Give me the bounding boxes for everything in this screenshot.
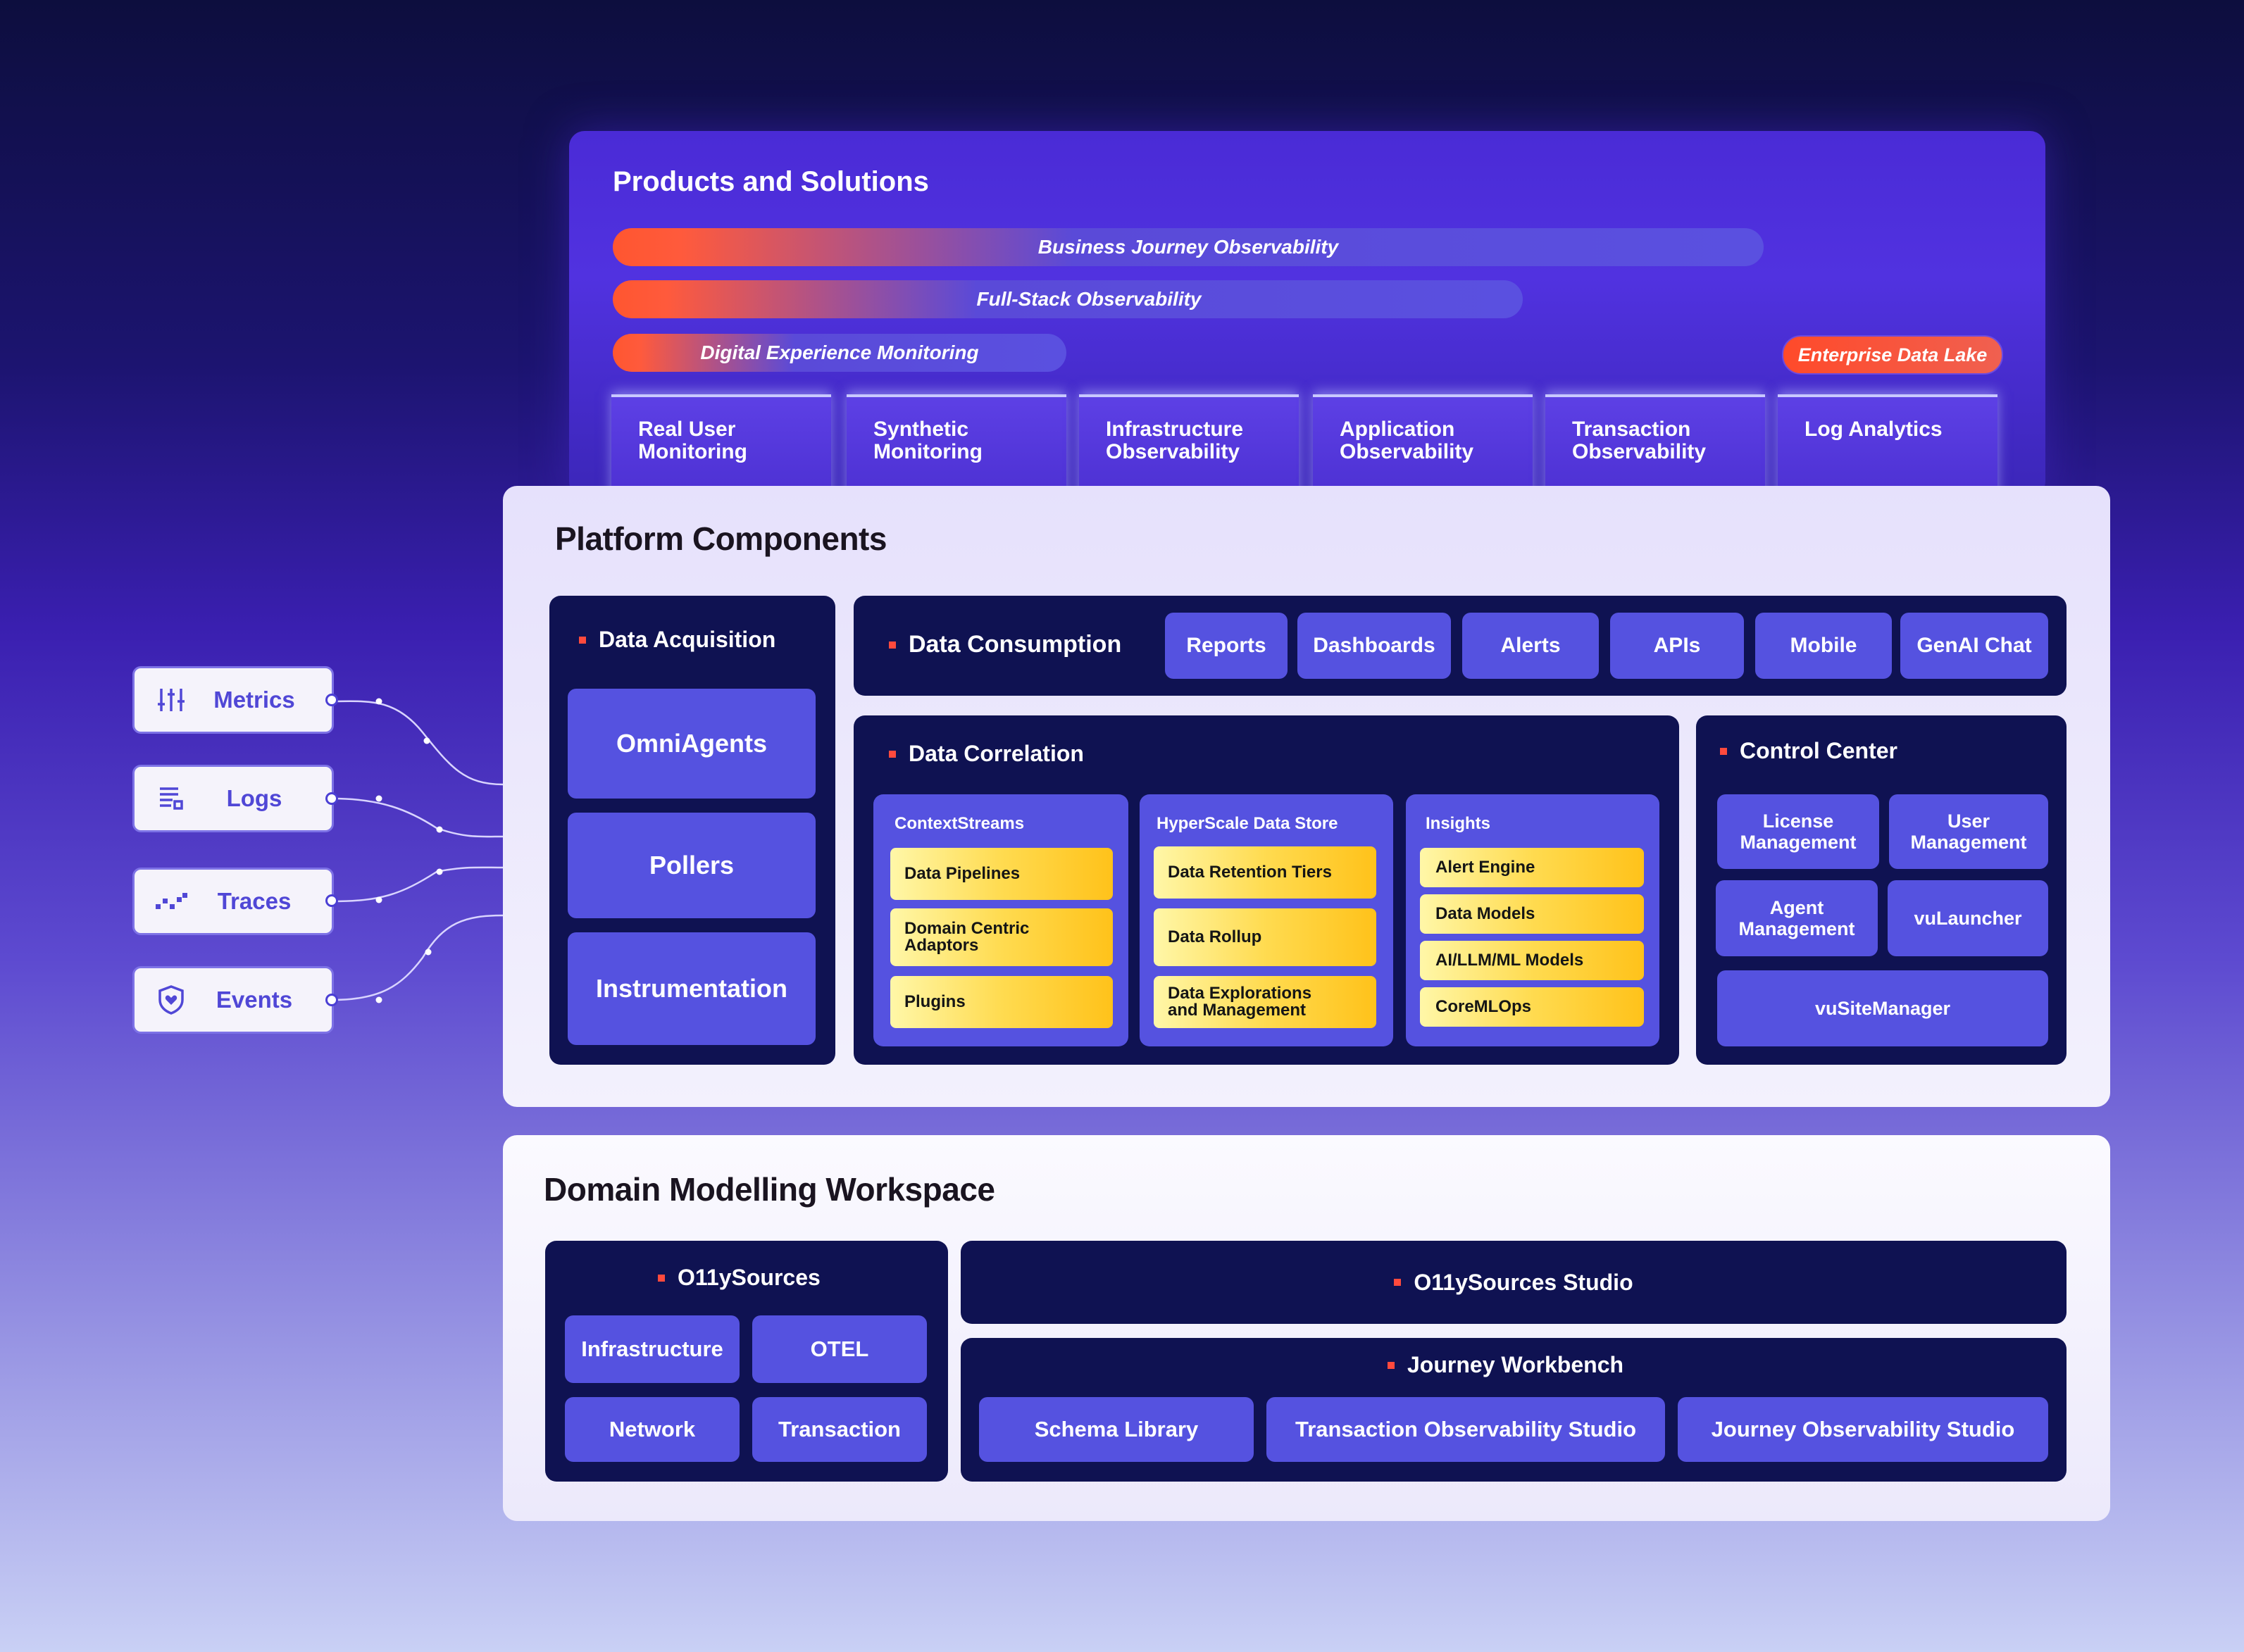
shield-heart-icon: [150, 984, 192, 1015]
tag-label: Metrics: [213, 687, 295, 713]
transaction-observability-studio-button[interactable]: Transaction Observability Studio: [1266, 1397, 1665, 1462]
connector-dot: [423, 737, 430, 744]
journey-workbench-title: Journey Workbench: [1407, 1352, 1624, 1377]
metrics-connector: [332, 700, 504, 786]
tag-label: Logs: [226, 785, 282, 811]
bullet-square-icon: [1388, 1361, 1395, 1369]
schema-library-button[interactable]: Schema Library: [979, 1397, 1254, 1462]
port-dot: [325, 894, 338, 907]
connector-dot: [375, 896, 382, 903]
source-tag-logs[interactable]: Logs: [132, 765, 334, 832]
o11ysources-studio-title: O11ySources Studio: [1414, 1269, 1633, 1295]
o11ysources-header: O11ySources: [658, 1265, 821, 1291]
journey-observability-studio-button[interactable]: Journey Observability Studio: [1678, 1397, 2048, 1462]
workspace-title: Domain Modelling Workspace: [544, 1171, 995, 1208]
o11ysources-title: O11ySources: [678, 1265, 821, 1290]
port-dot: [325, 694, 338, 706]
connector-dot: [375, 795, 382, 802]
events-connector: [332, 914, 504, 1001]
infrastructure-source-button[interactable]: Infrastructure: [565, 1315, 740, 1383]
traces-connector: [332, 866, 504, 903]
log-list-icon: [150, 784, 192, 813]
connector-dot: [425, 949, 432, 956]
logs-connector: [332, 797, 504, 838]
tag-label: Events: [216, 987, 293, 1013]
connector-dot: [436, 826, 443, 833]
port-dot: [325, 994, 338, 1006]
network-source-button[interactable]: Network: [565, 1397, 740, 1462]
o11ysources-studio-header: O11ySources Studio: [1394, 1270, 1633, 1296]
journey-workbench-header: Journey Workbench: [1388, 1352, 1623, 1378]
bullet-square-icon: [1394, 1279, 1402, 1286]
connector-dot: [375, 996, 382, 1003]
sliders-icon: [150, 686, 192, 714]
source-tag-events[interactable]: Events: [132, 966, 334, 1034]
trace-icon: [150, 887, 192, 915]
port-dot: [325, 792, 338, 805]
transaction-source-button[interactable]: Transaction: [752, 1397, 927, 1462]
source-tag-traces[interactable]: Traces: [132, 868, 334, 935]
otel-source-button[interactable]: OTEL: [752, 1315, 927, 1383]
bullet-square-icon: [658, 1274, 665, 1282]
o11ysources-studio-section[interactable]: O11ySources Studio: [961, 1241, 2067, 1324]
source-tag-metrics[interactable]: Metrics: [132, 666, 334, 734]
tag-label: Traces: [217, 888, 292, 914]
connector-dot: [375, 698, 382, 705]
connector-dot: [436, 868, 443, 875]
